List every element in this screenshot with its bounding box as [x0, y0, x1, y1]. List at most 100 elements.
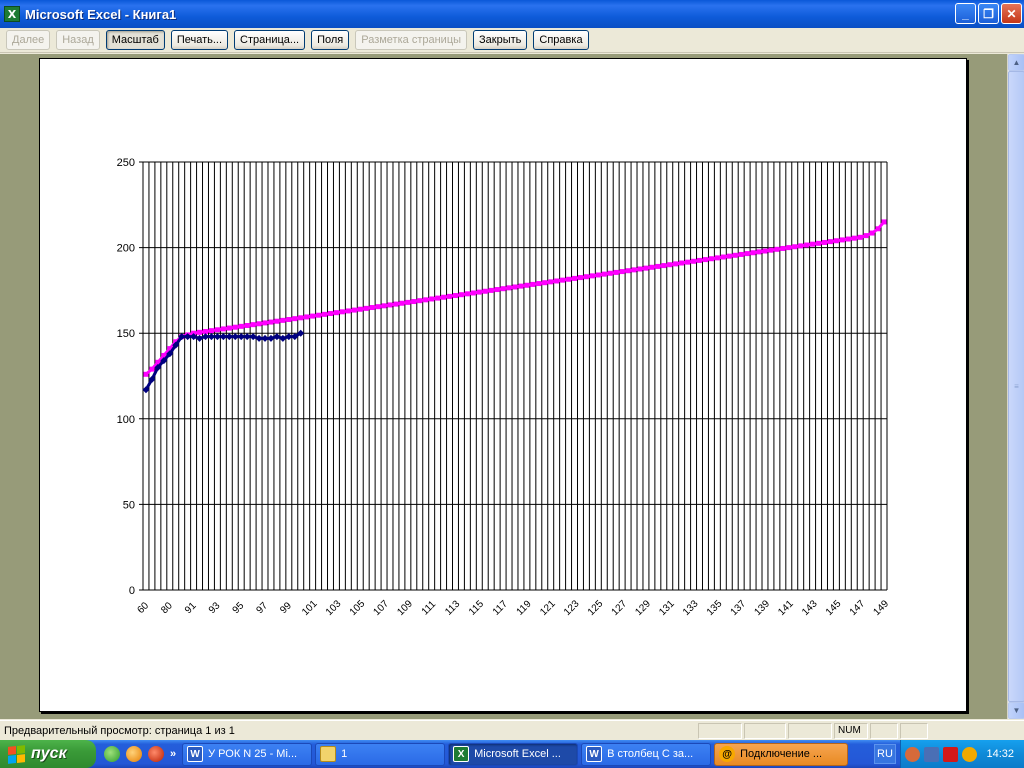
scroll-down-arrow[interactable]: ▼ — [1008, 702, 1024, 719]
data-point — [213, 333, 221, 341]
data-point — [631, 267, 637, 273]
scroll-up-arrow[interactable]: ▲ — [1008, 54, 1024, 71]
previous-page-button[interactable]: Назад — [56, 30, 100, 50]
data-point — [351, 307, 357, 313]
data-point — [393, 301, 399, 307]
status-cell-empty — [870, 722, 898, 739]
data-point — [470, 290, 476, 296]
close-window-button[interactable]: ✕ — [1001, 3, 1022, 24]
data-point — [738, 251, 744, 257]
data-point — [261, 334, 269, 342]
next-page-button[interactable]: Далее — [6, 30, 51, 50]
page-break-preview-button[interactable]: Разметка страницы — [355, 30, 468, 50]
data-point — [506, 285, 512, 291]
start-button[interactable]: пуск — [0, 740, 96, 768]
data-point — [732, 252, 738, 258]
maximize-button[interactable]: ❐ — [978, 3, 999, 24]
x-tick-label: 127 — [610, 598, 630, 618]
help-button[interactable]: Справка — [533, 30, 589, 50]
data-point — [267, 334, 275, 342]
print-button[interactable]: Печать... — [170, 30, 229, 50]
preview-page[interactable]: 0 50 100 150 200 250 60 80 91 93 95 97 99 101 103 105 10… — [39, 58, 967, 712]
data-point — [237, 333, 245, 341]
vertical-scrollbar[interactable]: ▲ ≡ ▼ — [1007, 54, 1024, 719]
data-point — [816, 240, 822, 246]
x-tick-label: 95 — [231, 600, 247, 616]
data-point — [435, 295, 441, 301]
taskbar-item-word-doc-2[interactable]: W В столбец С за... — [581, 742, 712, 766]
data-point — [845, 236, 851, 242]
data-point — [804, 242, 810, 248]
excel-app-icon[interactable]: X — [4, 6, 20, 22]
data-point — [225, 333, 233, 341]
data-point — [243, 333, 251, 341]
network-icon[interactable] — [924, 746, 939, 762]
desktop-globe-icon[interactable] — [104, 746, 120, 762]
mail-agent-icon[interactable] — [126, 746, 142, 762]
minimize-button[interactable]: _ — [955, 3, 976, 24]
quick-launch-more-icon[interactable]: » — [170, 748, 176, 760]
data-point — [726, 253, 732, 259]
window-controls: _ ❐ ✕ — [955, 3, 1022, 24]
x-tick-label: 119 — [515, 598, 534, 617]
window-title: Microsoft Excel - Книга1 — [25, 6, 177, 22]
x-tick-label: 93 — [207, 600, 223, 616]
tray-expand-icon[interactable] — [905, 746, 920, 762]
data-point — [500, 286, 506, 292]
folder-icon — [320, 746, 337, 762]
data-point — [881, 219, 887, 225]
close-preview-button[interactable]: Закрыть — [473, 30, 528, 50]
data-point — [542, 280, 548, 286]
taskbar: пуск » W У РОК N 25 - Mi... 1 X Microsof… — [0, 740, 1024, 768]
y-tick-label: 50 — [123, 499, 135, 511]
mail-agent-tray-icon[interactable] — [962, 746, 977, 762]
taskbar-item-connection[interactable]: @ Подключение ... — [714, 742, 849, 766]
taskbar-item-excel[interactable]: X Microsoft Excel ... — [448, 742, 579, 766]
data-point — [208, 328, 214, 334]
antivirus-icon[interactable] — [943, 746, 958, 762]
x-tick-label: 115 — [467, 598, 486, 617]
data-point — [661, 263, 667, 269]
x-tick-label: 60 — [135, 600, 151, 616]
taskbar-item-folder[interactable]: 1 — [315, 742, 446, 766]
data-point — [429, 296, 435, 302]
x-tick-label: 101 — [300, 598, 320, 618]
margins-button[interactable]: Поля — [311, 30, 350, 50]
data-point — [255, 334, 263, 342]
data-point — [714, 255, 720, 261]
data-point — [851, 235, 857, 241]
data-point — [756, 249, 762, 255]
data-point — [750, 250, 756, 256]
num-lock-indicator: NUM — [834, 722, 868, 739]
taskbar-item-word-doc[interactable]: W У РОК N 25 - Mi... — [182, 742, 313, 766]
x-tick-label: 139 — [752, 598, 772, 618]
data-point — [262, 320, 268, 326]
data-point — [268, 319, 274, 325]
data-point — [643, 265, 649, 271]
scroll-thumb[interactable]: ≡ — [1008, 71, 1024, 702]
data-point — [679, 260, 685, 266]
data-point — [637, 266, 643, 272]
x-tick-label: 141 — [776, 598, 796, 618]
x-tick-label: 149 — [871, 598, 891, 618]
taskbar-item-label: Microsoft Excel ... — [474, 748, 561, 760]
data-point — [464, 291, 470, 297]
taskbar-item-label: В столбец С за... — [607, 748, 694, 760]
data-point — [226, 325, 232, 331]
data-point — [304, 314, 310, 320]
data-point — [625, 268, 631, 274]
data-point — [548, 279, 554, 285]
zoom-button[interactable]: Масштаб — [105, 30, 165, 50]
title-bar: X Microsoft Excel - Книга1 _ ❐ ✕ — [0, 0, 1024, 28]
data-point — [577, 275, 583, 281]
data-point — [708, 256, 714, 262]
data-point — [196, 334, 204, 342]
data-point — [447, 293, 453, 299]
x-tick-label: 135 — [705, 598, 725, 618]
language-indicator[interactable]: RU — [874, 744, 896, 764]
x-tick-label: 117 — [491, 598, 510, 617]
media-player-icon[interactable] — [148, 746, 164, 762]
page-setup-button[interactable]: Страница... — [234, 30, 306, 50]
data-point — [720, 254, 726, 260]
x-tick-label: 131 — [657, 598, 677, 618]
